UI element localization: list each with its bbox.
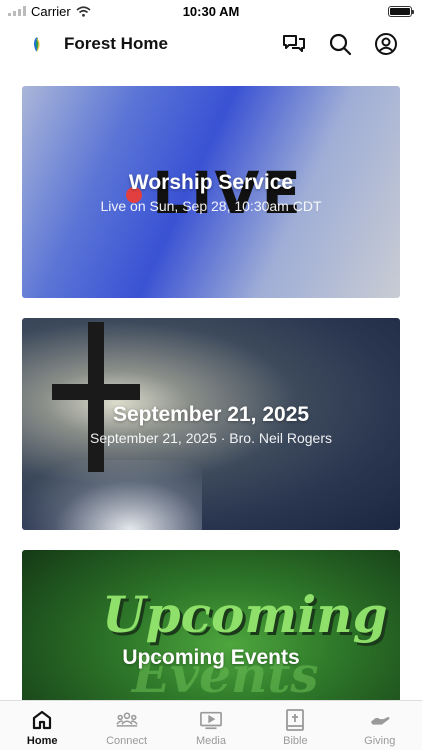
messages-button[interactable] xyxy=(282,32,306,56)
battery-icon xyxy=(388,5,414,17)
tab-label: Media xyxy=(195,735,226,747)
bottom-tab-bar: Home Connect Media Bible Giving xyxy=(0,700,422,750)
app-header: Forest Home xyxy=(0,26,422,62)
card-text: Worship Service Live on Sun, Sep 28, 10:… xyxy=(22,86,400,298)
tab-connect[interactable]: Connect xyxy=(85,709,169,747)
tab-home[interactable]: Home xyxy=(0,709,84,747)
tab-label: Connect xyxy=(106,735,148,747)
card-subtitle: September 21, 2025 · Bro. Neil Rogers xyxy=(89,429,332,446)
home-icon xyxy=(31,709,53,731)
search-button[interactable] xyxy=(328,32,352,56)
tab-label: Bible xyxy=(283,735,308,747)
worship-service-card[interactable]: LIVE Worship Service Live on Sun, Sep 28… xyxy=(22,86,400,298)
header-actions xyxy=(282,32,398,56)
tab-label: Giving xyxy=(364,735,396,747)
bible-icon xyxy=(284,709,306,731)
status-bar: Carrier 10:30 AM xyxy=(0,0,422,22)
card-title: Worship Service xyxy=(128,170,294,194)
app-logo-icon xyxy=(29,36,45,52)
card-subtitle: Live on Sun, Sep 28, 10:30am CDT xyxy=(100,197,322,214)
play-icon xyxy=(200,709,222,731)
giving-icon xyxy=(369,709,391,731)
tab-label: Home xyxy=(26,735,58,747)
card-title: Upcoming Events xyxy=(122,646,300,669)
account-icon xyxy=(375,33,397,55)
card-title: September 21, 2025 xyxy=(112,402,310,426)
tab-giving[interactable]: Giving xyxy=(338,709,422,747)
sermon-card[interactable]: September 21, 2025 September 21, 2025 · … xyxy=(22,318,400,530)
app-title: Forest Home xyxy=(64,34,168,53)
profile-button[interactable] xyxy=(374,32,398,56)
search-icon xyxy=(329,33,352,56)
people-icon xyxy=(115,709,138,731)
content-feed: LIVE Worship Service Live on Sun, Sep 28… xyxy=(22,86,400,750)
card-text: September 21, 2025 September 21, 2025 · … xyxy=(22,318,400,530)
tab-bible[interactable]: Bible xyxy=(253,709,337,747)
tab-media[interactable]: Media xyxy=(169,709,253,747)
status-time: 10:30 AM xyxy=(182,3,240,19)
chat-bubbles-icon xyxy=(283,35,305,52)
